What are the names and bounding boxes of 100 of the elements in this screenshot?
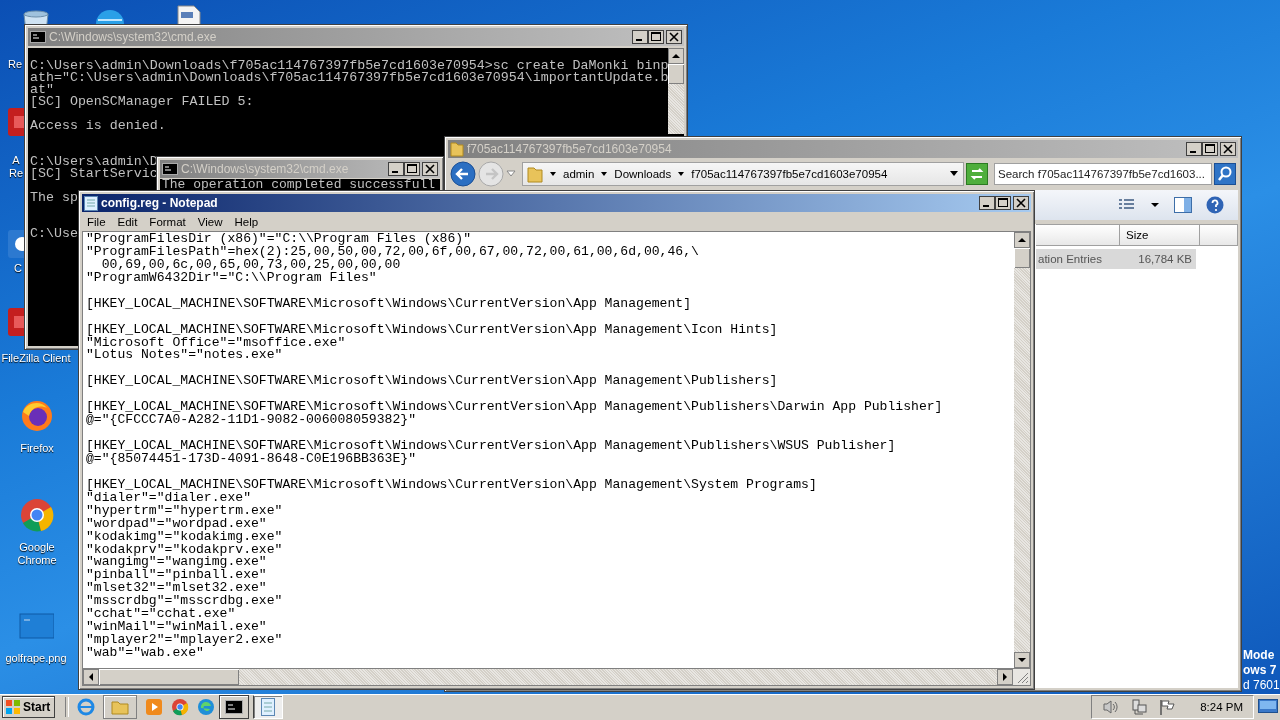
- preview-pane-icon[interactable]: [1174, 197, 1192, 213]
- caret-icon[interactable]: [676, 170, 687, 178]
- table-cell-text: 16,784 KB: [1137, 253, 1193, 265]
- window-title: C:\Windows\system32\cmd.exe: [49, 30, 218, 44]
- minimize-button[interactable]: [1186, 142, 1202, 156]
- column-header[interactable]: [1036, 224, 1120, 246]
- menu-item[interactable]: Help: [229, 215, 264, 228]
- text-line: "mplayer2"="mplayer2.exe": [86, 634, 284, 647]
- close-button[interactable]: [666, 30, 682, 44]
- view-options-icon[interactable]: [1118, 198, 1136, 212]
- text-line: "wab"="wab.exe": [86, 647, 204, 660]
- menu-item[interactable]: View: [192, 215, 228, 228]
- text-line: "msscrdbg"="msscrdbg.exe": [86, 595, 284, 609]
- scroll-left-button[interactable]: [83, 669, 99, 685]
- breadcrumb-item[interactable]: Downloads: [614, 168, 672, 180]
- scroll-down-button[interactable]: [1014, 652, 1030, 668]
- window-title: f705ac114767397fb5e7cd1603e70954: [467, 142, 673, 156]
- maximize-button[interactable]: [1202, 142, 1218, 156]
- text-line: [HKEY_LOCAL_MACHINE\SOFTWARE\Microsoft\Windows\CurrentVersion\App Management\Publishers\WSUS Publisher]: [86, 440, 897, 453]
- search-icon[interactable]: [1214, 163, 1236, 185]
- minimize-button[interactable]: [388, 162, 404, 176]
- maximize-button[interactable]: [995, 196, 1011, 210]
- text-line: [HKEY_LOCAL_MACHINE\SOFTWARE\Microsoft\Windows\CurrentVersion\App Management]: [86, 297, 693, 311]
- text-line: "mlset32"="mlset32.exe": [86, 582, 267, 596]
- scrollbar-thumb[interactable]: [99, 669, 239, 685]
- caret-icon[interactable]: [548, 170, 558, 178]
- text-line: "ProgramFilesDir (x86)"="C:\\Program Files (x86)": [86, 233, 472, 246]
- show-desktop-button[interactable]: [1258, 698, 1278, 716]
- window-title: C:\Windows\system32\cmd.exe: [181, 162, 350, 176]
- address-dropdown-icon[interactable]: [949, 170, 959, 178]
- maximize-button[interactable]: [648, 30, 664, 44]
- console-line: [SC] StartServic: [30, 168, 158, 180]
- scrollbar-thumb[interactable]: [1014, 248, 1030, 268]
- breadcrumb-item[interactable]: admin: [563, 168, 595, 180]
- breadcrumb-item[interactable]: f705ac114767397fb5e7cd1603e70954: [691, 168, 888, 180]
- caret-icon[interactable]: [1150, 201, 1160, 209]
- text-line: "cchat"="cchat.exe": [86, 608, 236, 622]
- caret-icon[interactable]: [599, 170, 610, 178]
- desktop-icon-label[interactable]: Firefox: [20, 442, 54, 455]
- console-line: [SC] OpenSCManager FAILED 5:: [30, 96, 254, 108]
- desktop-icon-label[interactable]: Re: [8, 58, 23, 71]
- desktop-watermark-text: ows 7: [1243, 663, 1278, 678]
- chrome-icon[interactable]: [171, 698, 190, 716]
- console-line: The sp: [30, 192, 78, 204]
- desktop-watermark-text: d 7601: [1243, 678, 1280, 693]
- column-header[interactable]: [1200, 224, 1238, 246]
- maximize-button[interactable]: [404, 162, 420, 176]
- text-line: "Microsoft Office"="msoffice.exe": [86, 336, 346, 350]
- console-line: C:\Users\admin\Downloads\f705ac114767397fb5e7cd1603e70954>sc create DaMonki binp: [30, 60, 668, 72]
- clock[interactable]: 8:24 PM: [1200, 701, 1243, 713]
- text-line: [HKEY_LOCAL_MACHINE\SOFTWARE\Microsoft\Windows\CurrentVersion\App Management\Publishers]: [86, 375, 779, 389]
- close-button[interactable]: [422, 162, 438, 176]
- notepad-icon: [84, 195, 98, 211]
- console-line: C:\Use: [30, 228, 78, 240]
- text-line: "Lotus Notes"="notes.exe": [86, 349, 284, 363]
- folder-icon: [527, 165, 543, 183]
- folder-icon: [450, 141, 464, 157]
- console-icon: [30, 31, 46, 43]
- taskbar-button[interactable]: [219, 695, 250, 719]
- file-row[interactable]: ation Entries 16,784 KB: [1036, 249, 1196, 269]
- window-title: config.reg - Notepad: [101, 196, 219, 210]
- help-icon[interactable]: [1206, 196, 1224, 214]
- close-button[interactable]: [1013, 196, 1029, 210]
- column-header[interactable]: Size: [1120, 224, 1200, 246]
- minimize-button[interactable]: [632, 30, 648, 44]
- menu-item[interactable]: Edit: [112, 215, 143, 228]
- back-button[interactable]: [450, 161, 476, 187]
- desktop-icon-label[interactable]: A Re: [9, 154, 23, 180]
- address-bar[interactable]: admin Downloads f705ac114767397fb5e7cd1603e70954: [522, 162, 964, 186]
- scroll-up-button[interactable]: [668, 48, 684, 64]
- text-line: "ProgramFilesPath"=hex(2):25,00,50,00,72,00,6f,00,67,00,72,00,61,00,6d,00,46,\: [86, 245, 700, 259]
- search-field[interactable]: Search f705ac114767397fb5e7cd1603...: [994, 163, 1212, 185]
- network-icon[interactable]: [1130, 698, 1149, 716]
- start-button[interactable]: Start: [2, 696, 56, 718]
- console-line: ath="C:\Users\admin\Downloads\f705ac114767397fb5e7cd1603e70954\importantUpdate.b: [30, 72, 668, 84]
- text-line: "ProgramW6432Dir"="C:\\Program Files": [86, 271, 377, 285]
- scroll-up-button[interactable]: [1014, 232, 1030, 248]
- minimize-button[interactable]: [979, 196, 995, 210]
- text-line: @="{85074451-173D-4091-8648-C0E196BB363E}": [86, 452, 417, 466]
- chrome-icon[interactable]: [19, 497, 55, 533]
- scrollbar-thumb[interactable]: [668, 64, 684, 84]
- desktop-icon-label[interactable]: FileZilla Client: [1, 352, 71, 365]
- history-dropdown-icon[interactable]: [506, 170, 516, 178]
- scroll-right-button[interactable]: [997, 669, 1013, 685]
- text-line: "kodakimg"="kodakimg.exe": [86, 530, 284, 544]
- menu-item[interactable]: Format: [144, 215, 191, 228]
- flag-icon[interactable]: [1158, 698, 1177, 716]
- console-icon: [162, 163, 178, 175]
- speaker-icon[interactable]: [1102, 698, 1121, 716]
- menu-item[interactable]: File: [82, 215, 111, 228]
- desktop-icon-label[interactable]: Google Chrome: [17, 541, 57, 567]
- console-line: at": [30, 84, 54, 96]
- console-line: C:\Users\admin\D: [30, 156, 158, 168]
- firefox-icon[interactable]: [19, 398, 55, 434]
- desktop-icon-label[interactable]: C: [14, 262, 22, 275]
- text-line: "winMail"="winMail.exe": [86, 621, 267, 635]
- text-line: [HKEY_LOCAL_MACHINE\SOFTWARE\Microsoft\Windows\CurrentVersion\App Management\Icon Hints]: [86, 323, 779, 337]
- close-button[interactable]: [1220, 142, 1236, 156]
- refresh-button[interactable]: [966, 163, 988, 185]
- text-line: "hypertrm"="hypertrm.exe": [86, 504, 284, 518]
